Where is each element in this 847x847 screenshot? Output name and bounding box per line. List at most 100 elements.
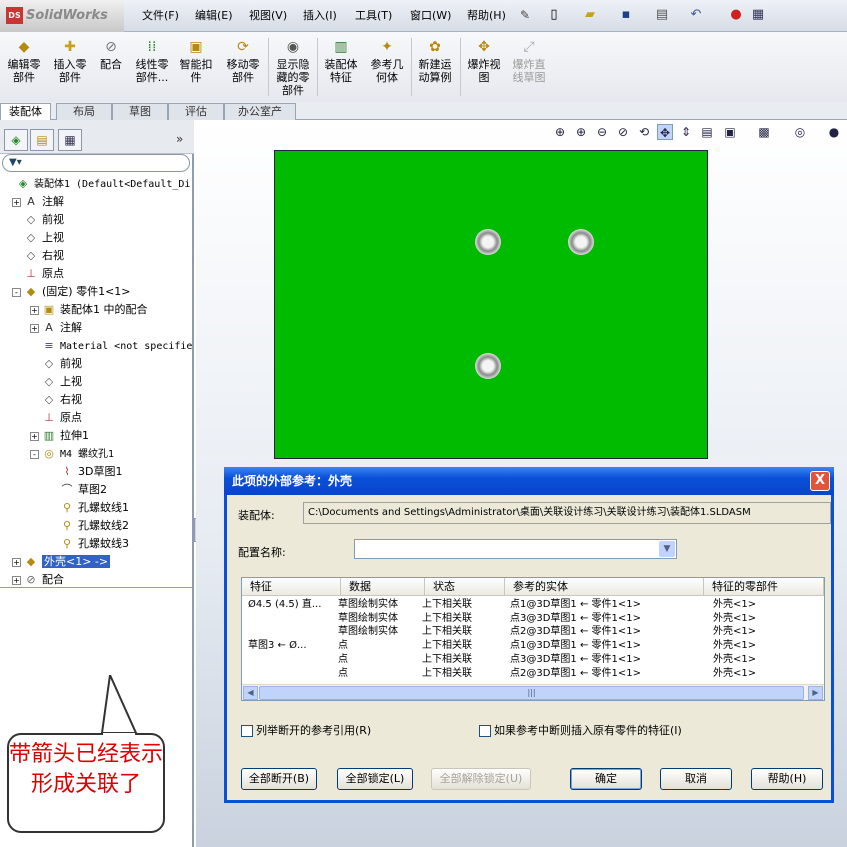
menu-view[interactable]: 视图(V) [249, 0, 287, 32]
table-cell[interactable]: 点2@3D草图1 ← 零件1<1> [510, 667, 641, 680]
table-cell[interactable]: 上下相关联 [422, 639, 472, 652]
tab-assembly[interactable]: 装配体 [0, 103, 51, 120]
table-cell[interactable]: 外壳<1> [713, 639, 756, 652]
ok-button[interactable]: 确定 [570, 768, 642, 790]
expand-icon[interactable]: + [12, 197, 21, 207]
tree-item[interactable]: ⌒ 草图2 [48, 481, 108, 499]
column-header-data[interactable]: 数据 [341, 578, 425, 596]
menu-file[interactable]: 文件(F) [142, 0, 179, 32]
smart-fasteners-button[interactable]: ▣ 智能扣 件 [176, 38, 216, 84]
insert-original-features-checkbox[interactable]: 如果参考中断则插入原有零件的特征(I) [479, 724, 682, 738]
tree-item[interactable]: + A 注解 [30, 319, 82, 337]
tab-layout[interactable]: 布局 [56, 103, 112, 120]
unlock-all-button[interactable]: 全部解除锁定(U) [431, 768, 531, 790]
open-folder-icon[interactable]: ▰ [582, 7, 598, 23]
tab-evaluate[interactable]: 评估 [168, 103, 224, 120]
exploded-view-button[interactable]: ✥ 爆炸视 图 [463, 38, 505, 84]
save-icon[interactable]: ▪ [618, 7, 634, 23]
edit-component-button[interactable]: ◆ 编辑零 部件 [4, 38, 44, 84]
hole-3[interactable] [475, 353, 501, 379]
expand-panel-icon[interactable]: » [176, 132, 183, 146]
reference-geometry-button[interactable]: ✦ 参考几 何体 [366, 38, 408, 84]
new-document-icon[interactable]: ▯ [546, 7, 562, 23]
table-cell[interactable]: 上下相关联 [422, 598, 472, 611]
lock-all-button[interactable]: 全部锁定(L) [337, 768, 413, 790]
table-cell[interactable]: 草图绘制实体 [338, 598, 398, 611]
tree-item[interactable]: ⚲ 孔螺蚊线1 [48, 499, 129, 517]
column-header-referenced-entity[interactable]: 参考的实体 [505, 578, 704, 596]
pan-icon[interactable]: ✥ [657, 124, 673, 140]
menu-help[interactable]: 帮助(H) [467, 0, 506, 32]
expand-icon[interactable]: + [12, 575, 21, 585]
tree-item[interactable]: ◇ 右视 [12, 247, 64, 265]
app-logo[interactable]: DS SolidWorks [0, 0, 124, 32]
table-cell[interactable]: 点3@3D草图1 ← 零件1<1> [510, 653, 641, 666]
tree-item[interactable]: ◇ 前视 [30, 355, 82, 373]
scroll-right-icon[interactable]: ▶ [808, 686, 823, 700]
tree-item[interactable]: ⚲ 孔螺蚊线3 [48, 535, 129, 553]
zoom-to-selection-icon[interactable]: ⊘ [615, 124, 631, 140]
tree-item[interactable]: - ◎ M4 螺纹孔1 [30, 445, 114, 463]
table-cell[interactable]: 点 [338, 667, 348, 680]
scroll-thumb[interactable]: ||| [259, 686, 804, 700]
tree-filter-field[interactable]: ▼▾ [2, 154, 190, 172]
tab-office-products[interactable]: 办公室产品 [224, 103, 296, 134]
new-motion-study-button[interactable]: ✿ 新建运 动算例 [414, 38, 456, 84]
undo-icon[interactable]: ↶ [688, 7, 704, 23]
configuration-manager-tab-icon[interactable]: ▦ [58, 129, 82, 151]
3d-pan-icon[interactable]: ⇕ [678, 124, 694, 140]
table-cell[interactable]: 草图绘制实体 [338, 625, 398, 638]
tree-item[interactable]: ⚲ 孔螺蚊线2 [48, 517, 129, 535]
zoom-to-fit-icon[interactable]: ⊕ [552, 124, 568, 140]
tree-item[interactable]: ⊥ 原点 [30, 409, 82, 427]
column-header-status[interactable]: 状态 [425, 578, 505, 596]
rotate-view-icon[interactable]: ⟲ [636, 124, 652, 140]
table-cell[interactable]: 上下相关联 [422, 612, 472, 625]
column-header-feature[interactable]: 特征 [242, 578, 341, 596]
horizontal-scrollbar[interactable]: ◀ ||| ▶ [242, 684, 824, 700]
show-hidden-button[interactable]: ◉ 显示隐 藏的零 部件 [272, 38, 314, 97]
tree-item[interactable]: + ▣ 装配体1 中的配合 [30, 301, 148, 319]
table-cell[interactable]: 点3@3D草图1 ← 零件1<1> [510, 612, 641, 625]
part-face-green[interactable] [274, 150, 708, 459]
expand-icon[interactable]: + [30, 431, 39, 441]
print-icon[interactable]: ▤ [654, 7, 670, 23]
table-cell[interactable]: 点 [338, 639, 348, 652]
tree-item[interactable]: - ◆ (固定) 零件1<1> [12, 283, 131, 301]
table-cell[interactable]: 外壳<1> [713, 653, 756, 666]
view-orientation-icon[interactable]: ▣ [722, 124, 738, 140]
dialog-title-bar[interactable]: 此项的外部参考：外壳 X [224, 467, 834, 495]
table-cell[interactable]: 上下相关联 [422, 667, 472, 680]
table-cell[interactable]: 外壳<1> [713, 667, 756, 680]
table-cell[interactable]: Ø4.5 (4.5) 直... [248, 598, 321, 611]
list-broken-references-checkbox[interactable]: 列举断开的参考引用(R) [241, 724, 371, 738]
pin-icon[interactable]: ✎ [520, 8, 534, 22]
table-cell[interactable]: 草图3 ← Ø... [248, 639, 307, 652]
hide-show-items-icon[interactable]: ◎ [792, 124, 808, 140]
tree-item[interactable]: ⌇ 3D草图1 [48, 463, 122, 481]
expand-icon[interactable]: + [30, 305, 39, 315]
break-all-button[interactable]: 全部断开(B) [241, 768, 317, 790]
table-cell[interactable]: 外壳<1> [713, 625, 756, 638]
table-cell[interactable]: 外壳<1> [713, 612, 756, 625]
zoom-to-area-icon[interactable]: ⊕ [573, 124, 589, 140]
close-icon[interactable]: X [810, 471, 830, 491]
tree-item[interactable]: ◇ 上视 [12, 229, 64, 247]
tree-item[interactable]: ◇ 上视 [30, 373, 82, 391]
column-header-feature-component[interactable]: 特征的零部件 [704, 578, 824, 596]
tree-item[interactable]: ≡ Material <not specifie [30, 337, 192, 355]
hole-2[interactable] [568, 229, 594, 255]
menu-window[interactable]: 窗口(W) [410, 0, 451, 32]
property-manager-tab-icon[interactable]: ▤ [30, 129, 54, 151]
collapse-icon[interactable]: - [30, 449, 39, 459]
collapse-icon[interactable]: - [12, 287, 21, 297]
config-select[interactable]: ▼ [354, 539, 677, 559]
expand-icon[interactable]: + [30, 323, 39, 333]
display-style-icon[interactable]: ▩ [756, 124, 772, 140]
hole-1[interactable] [475, 229, 501, 255]
table-cell[interactable]: 外壳<1> [713, 598, 756, 611]
explode-line-sketch-button[interactable]: ⤢ 爆炸直 线草图 [508, 38, 550, 84]
chevron-down-icon[interactable]: ▼ [659, 541, 675, 557]
tree-item[interactable]: ◇ 右视 [30, 391, 82, 409]
expand-icon[interactable]: + [12, 557, 21, 567]
